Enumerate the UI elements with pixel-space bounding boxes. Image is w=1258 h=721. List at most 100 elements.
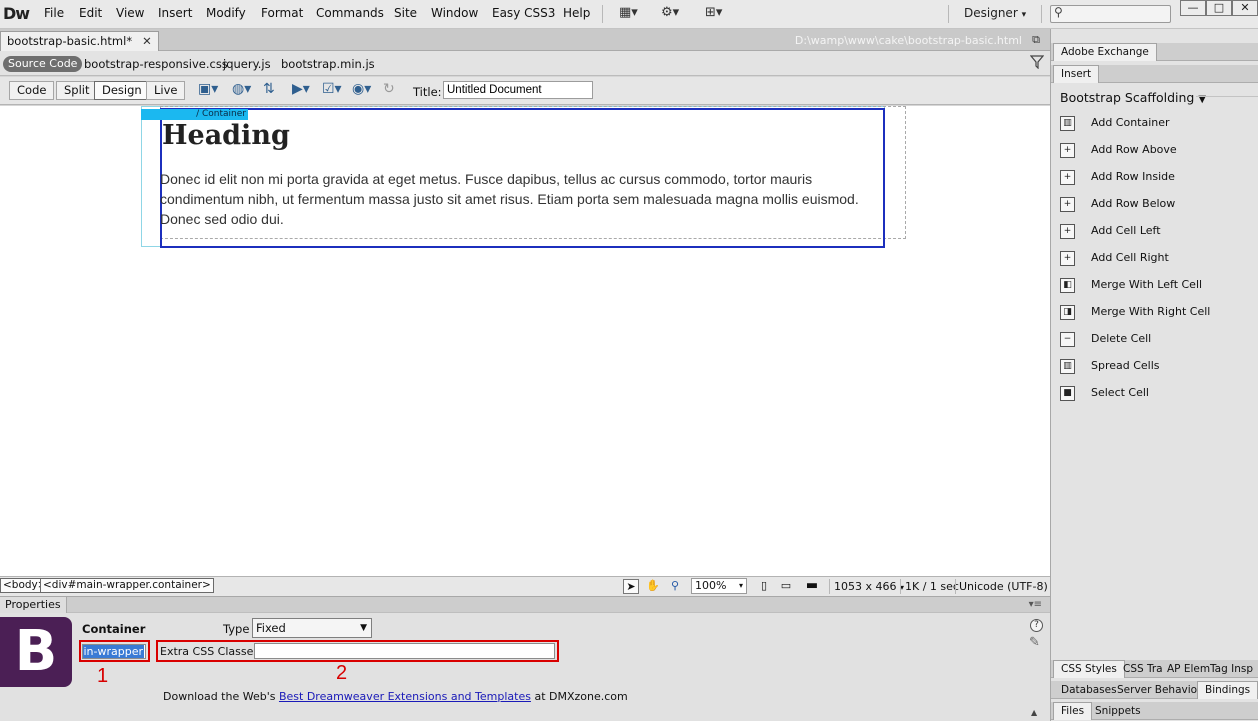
document-title-input[interactable]: [443, 81, 593, 99]
insert-add-container[interactable]: ▥ Add Container: [1051, 113, 1258, 135]
source-code-button[interactable]: Source Code: [3, 56, 83, 72]
menu-view[interactable]: View: [116, 6, 144, 20]
site-map-icon[interactable]: ⊞▾: [705, 5, 722, 20]
edit-rule-icon[interactable]: ✎: [1029, 635, 1040, 650]
related-file-bootstrap-js[interactable]: bootstrap.min.js: [281, 57, 375, 71]
menu-edit[interactable]: Edit: [79, 6, 102, 20]
minimize-button[interactable]: —: [1180, 0, 1206, 16]
page-heading[interactable]: Heading: [162, 120, 290, 151]
insert-add-row-below[interactable]: + Add Row Below: [1051, 194, 1258, 216]
menu-separator: [602, 5, 603, 23]
zoom-tool-icon[interactable]: ⚲: [667, 579, 683, 594]
document-path: D:\wamp\www\cake\bootstrap-basic.html: [794, 34, 1022, 47]
insert-merge-left[interactable]: ◧ Merge With Left Cell: [1051, 275, 1258, 297]
insert-add-cell-right[interactable]: + Add Cell Right: [1051, 248, 1258, 270]
restore-document-icon[interactable]: ⧉: [1032, 33, 1040, 47]
workspace-switcher[interactable]: Designer ▾: [964, 6, 1026, 20]
page-paragraph[interactable]: Donec id elit non mi porta gravida at eg…: [160, 169, 875, 229]
insert-select-cell[interactable]: ■ Select Cell: [1051, 383, 1258, 405]
annotation-box-1: [79, 640, 150, 662]
hand-tool-icon[interactable]: ✋: [645, 579, 661, 594]
promo-text: Download the Web's Best Dreamweaver Exte…: [163, 690, 628, 703]
tab-tag-inspector[interactable]: Tag Insp: [1202, 660, 1258, 678]
promo-link[interactable]: Best Dreamweaver Extensions and Template…: [279, 690, 531, 703]
properties-tab[interactable]: Properties: [0, 597, 67, 613]
insert-add-cell-left[interactable]: + Add Cell Left: [1051, 221, 1258, 243]
menu-insert[interactable]: Insert: [158, 6, 192, 20]
menu-bar: Dw File Edit View Insert Modify Format C…: [0, 0, 1258, 29]
category-divider: [1196, 96, 1258, 97]
preview-browser-icon[interactable]: ◍▾: [232, 81, 251, 97]
document-tab[interactable]: bootstrap-basic.html* ✕: [0, 31, 159, 51]
status-separator: [900, 579, 901, 594]
related-file-jquery[interactable]: jquery.js: [223, 57, 271, 71]
tab-snippets[interactable]: Snippets: [1087, 702, 1149, 720]
split-view-button[interactable]: Split: [56, 81, 98, 100]
tab-bindings[interactable]: Bindings: [1197, 681, 1258, 699]
filter-icon[interactable]: [1030, 55, 1044, 69]
menu-help[interactable]: Help: [563, 6, 590, 20]
container-tab-label[interactable]: / Container: [141, 109, 248, 120]
file-management-icon[interactable]: ⇅: [263, 81, 275, 97]
insert-merge-right[interactable]: ◨ Merge With Right Cell: [1051, 302, 1258, 324]
pointer-tool-icon[interactable]: ➤: [623, 579, 639, 594]
status-bar: <body> <div#main-wrapper.container> ➤ ✋ …: [0, 576, 1050, 596]
related-file-css[interactable]: bootstrap-responsive.css: [84, 57, 228, 71]
insert-add-row-inside[interactable]: + Add Row Inside: [1051, 167, 1258, 189]
check-page-icon[interactable]: ▶▾: [292, 81, 310, 97]
multiscreen-icon[interactable]: ▣▾: [198, 81, 218, 97]
insert-spread-cells[interactable]: ▥ Spread Cells: [1051, 356, 1258, 378]
window-size[interactable]: 1053 x 466 ▾: [834, 580, 904, 593]
download-time: 1K / 1 sec: [905, 580, 959, 593]
delete-cell-icon: −: [1060, 332, 1075, 347]
insert-category-select[interactable]: Bootstrap Scaffolding ▼: [1060, 90, 1206, 105]
menu-easy-css3[interactable]: Easy CSS3: [492, 6, 555, 20]
expand-panel-icon[interactable]: ▲: [1031, 708, 1037, 717]
maximize-button[interactable]: □: [1206, 0, 1232, 16]
live-view-button[interactable]: Live: [146, 81, 186, 100]
annotation-box-2: [156, 640, 559, 662]
visual-aids-icon[interactable]: ◉▾: [352, 81, 371, 97]
gear-icon[interactable]: ⚙▾: [661, 5, 679, 20]
spread-cells-icon: ▥: [1060, 359, 1075, 374]
status-separator: [829, 579, 830, 594]
insert-delete-cell[interactable]: − Delete Cell: [1051, 329, 1258, 351]
dreamweaver-logo: Dw: [2, 4, 30, 23]
insert-add-row-above[interactable]: + Add Row Above: [1051, 140, 1258, 162]
menu-site[interactable]: Site: [394, 6, 417, 20]
merge-right-icon: ◨: [1060, 305, 1075, 320]
menu-modify[interactable]: Modify: [206, 6, 246, 20]
desktop-size-icon[interactable]: ▬: [804, 579, 820, 594]
component-name: Container: [82, 622, 146, 636]
menu-format[interactable]: Format: [261, 6, 303, 20]
refresh-icon[interactable]: ↻: [383, 81, 395, 97]
menu-file[interactable]: File: [44, 6, 64, 20]
tablet-size-icon[interactable]: ▭: [778, 579, 794, 594]
menu-commands[interactable]: Commands: [316, 6, 384, 20]
chevron-down-icon: ▼: [360, 623, 367, 633]
design-view[interactable]: / Container Heading Donec id elit non mi…: [0, 106, 1050, 576]
zoom-select[interactable]: 100% ▾: [691, 578, 747, 594]
close-tab-icon[interactable]: ✕: [142, 34, 152, 48]
validate-icon[interactable]: ☑▾: [322, 81, 342, 97]
help-search-input[interactable]: ⚲: [1050, 5, 1171, 23]
tag-selector-div[interactable]: <div#main-wrapper.container>: [40, 578, 214, 593]
status-separator: [955, 579, 956, 594]
close-button[interactable]: ✕: [1232, 0, 1258, 16]
design-view-button[interactable]: Design: [94, 81, 150, 100]
row-below-icon: +: [1060, 197, 1075, 212]
layout-icon[interactable]: ▦▾: [619, 5, 638, 20]
tab-adobe-exchange[interactable]: Adobe Exchange: [1053, 43, 1157, 61]
right-panel-group: Adobe Exchange Insert Bootstrap Scaffold…: [1050, 29, 1258, 721]
insert-tab-bar: Insert: [1051, 65, 1258, 83]
code-view-button[interactable]: Code: [9, 81, 55, 100]
tab-insert[interactable]: Insert: [1053, 65, 1100, 83]
select-cell-icon: ■: [1060, 386, 1075, 401]
help-icon[interactable]: ?: [1030, 619, 1043, 632]
css-tab-bar: CSS Styles CSS Tra AP Elem Tag Insp: [1051, 660, 1258, 678]
panel-options-icon[interactable]: ▾≡: [1029, 599, 1042, 610]
type-select[interactable]: Fixed ▼: [252, 618, 372, 638]
row-inside-icon: +: [1060, 170, 1075, 185]
menu-window[interactable]: Window: [431, 6, 478, 20]
mobile-size-icon[interactable]: ▯: [756, 579, 772, 594]
